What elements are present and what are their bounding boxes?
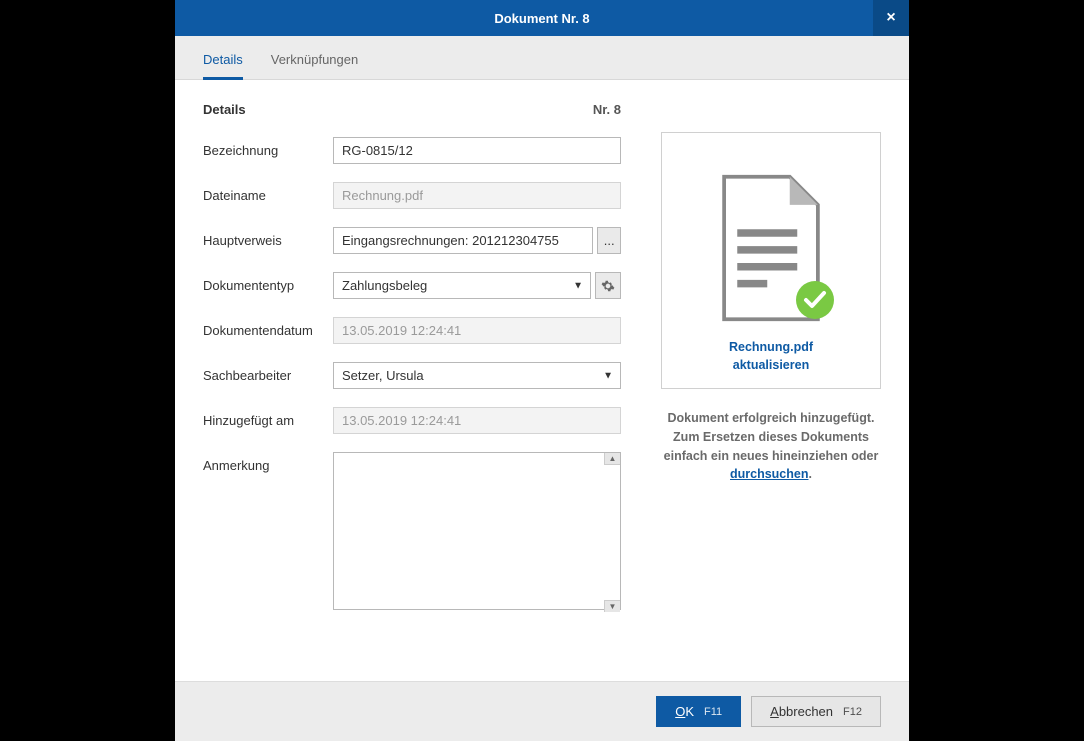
upload-hint: Dokument erfolgreich hinzugefügt. Zum Er… bbox=[661, 409, 881, 484]
tab-bar: Details Verknüpfungen bbox=[175, 36, 909, 80]
section-title: Details bbox=[203, 102, 246, 117]
preview-filename-link[interactable]: Rechnung.pdf bbox=[672, 340, 870, 354]
input-dateiname bbox=[333, 182, 621, 209]
content-area: Details Nr. 8 Bezeichnung Dateiname Haup… bbox=[175, 80, 909, 681]
ok-button[interactable]: OK F11 bbox=[656, 696, 741, 727]
titlebar: Dokument Nr. 8 × bbox=[175, 0, 909, 36]
preview-panel: Rechnung.pdf aktualisieren Dokument erfo… bbox=[661, 102, 881, 659]
settings-dokumententyp-button[interactable] bbox=[595, 272, 621, 299]
label-sachbearbeiter: Sachbearbeiter bbox=[203, 362, 333, 383]
input-dokumentendatum bbox=[333, 317, 621, 344]
document-number: Nr. 8 bbox=[593, 102, 621, 117]
label-dateiname: Dateiname bbox=[203, 182, 333, 203]
spin-down-button[interactable]: ▼ bbox=[604, 600, 620, 612]
input-hauptverweis[interactable] bbox=[333, 227, 593, 254]
document-dialog: Dokument Nr. 8 × Details Verknüpfungen D… bbox=[175, 0, 909, 741]
label-hauptverweis: Hauptverweis bbox=[203, 227, 333, 248]
form-panel: Details Nr. 8 Bezeichnung Dateiname Haup… bbox=[203, 102, 621, 659]
section-header: Details Nr. 8 bbox=[203, 102, 621, 117]
input-hinzugefuegt bbox=[333, 407, 621, 434]
document-icon bbox=[711, 173, 831, 326]
label-bezeichnung: Bezeichnung bbox=[203, 137, 333, 158]
document-preview: Rechnung.pdf aktualisieren bbox=[661, 132, 881, 389]
browse-hauptverweis-button[interactable]: ... bbox=[597, 227, 621, 254]
label-dokumententyp: Dokumententyp bbox=[203, 272, 333, 293]
cancel-button[interactable]: Abbrechen F12 bbox=[751, 696, 881, 727]
label-hinzugefuegt: Hinzugefügt am bbox=[203, 407, 333, 428]
gear-icon bbox=[601, 279, 615, 293]
tab-links[interactable]: Verknüpfungen bbox=[271, 46, 358, 79]
textarea-anmerkung[interactable] bbox=[333, 452, 621, 610]
close-icon: × bbox=[886, 9, 895, 27]
label-anmerkung: Anmerkung bbox=[203, 452, 333, 473]
select-dokumententyp[interactable] bbox=[333, 272, 591, 299]
check-icon bbox=[795, 280, 835, 320]
tab-details[interactable]: Details bbox=[203, 46, 243, 80]
browse-link[interactable]: durchsuchen bbox=[730, 467, 809, 481]
label-dokumentendatum: Dokumentendatum bbox=[203, 317, 333, 338]
dialog-title: Dokument Nr. 8 bbox=[494, 11, 589, 26]
spin-up-button[interactable]: ▲ bbox=[604, 453, 620, 465]
preview-update-link[interactable]: aktualisieren bbox=[672, 358, 870, 372]
dialog-footer: OK F11 Abbrechen F12 bbox=[175, 681, 909, 741]
close-button[interactable]: × bbox=[873, 0, 909, 36]
input-bezeichnung[interactable] bbox=[333, 137, 621, 164]
select-sachbearbeiter[interactable] bbox=[333, 362, 621, 389]
